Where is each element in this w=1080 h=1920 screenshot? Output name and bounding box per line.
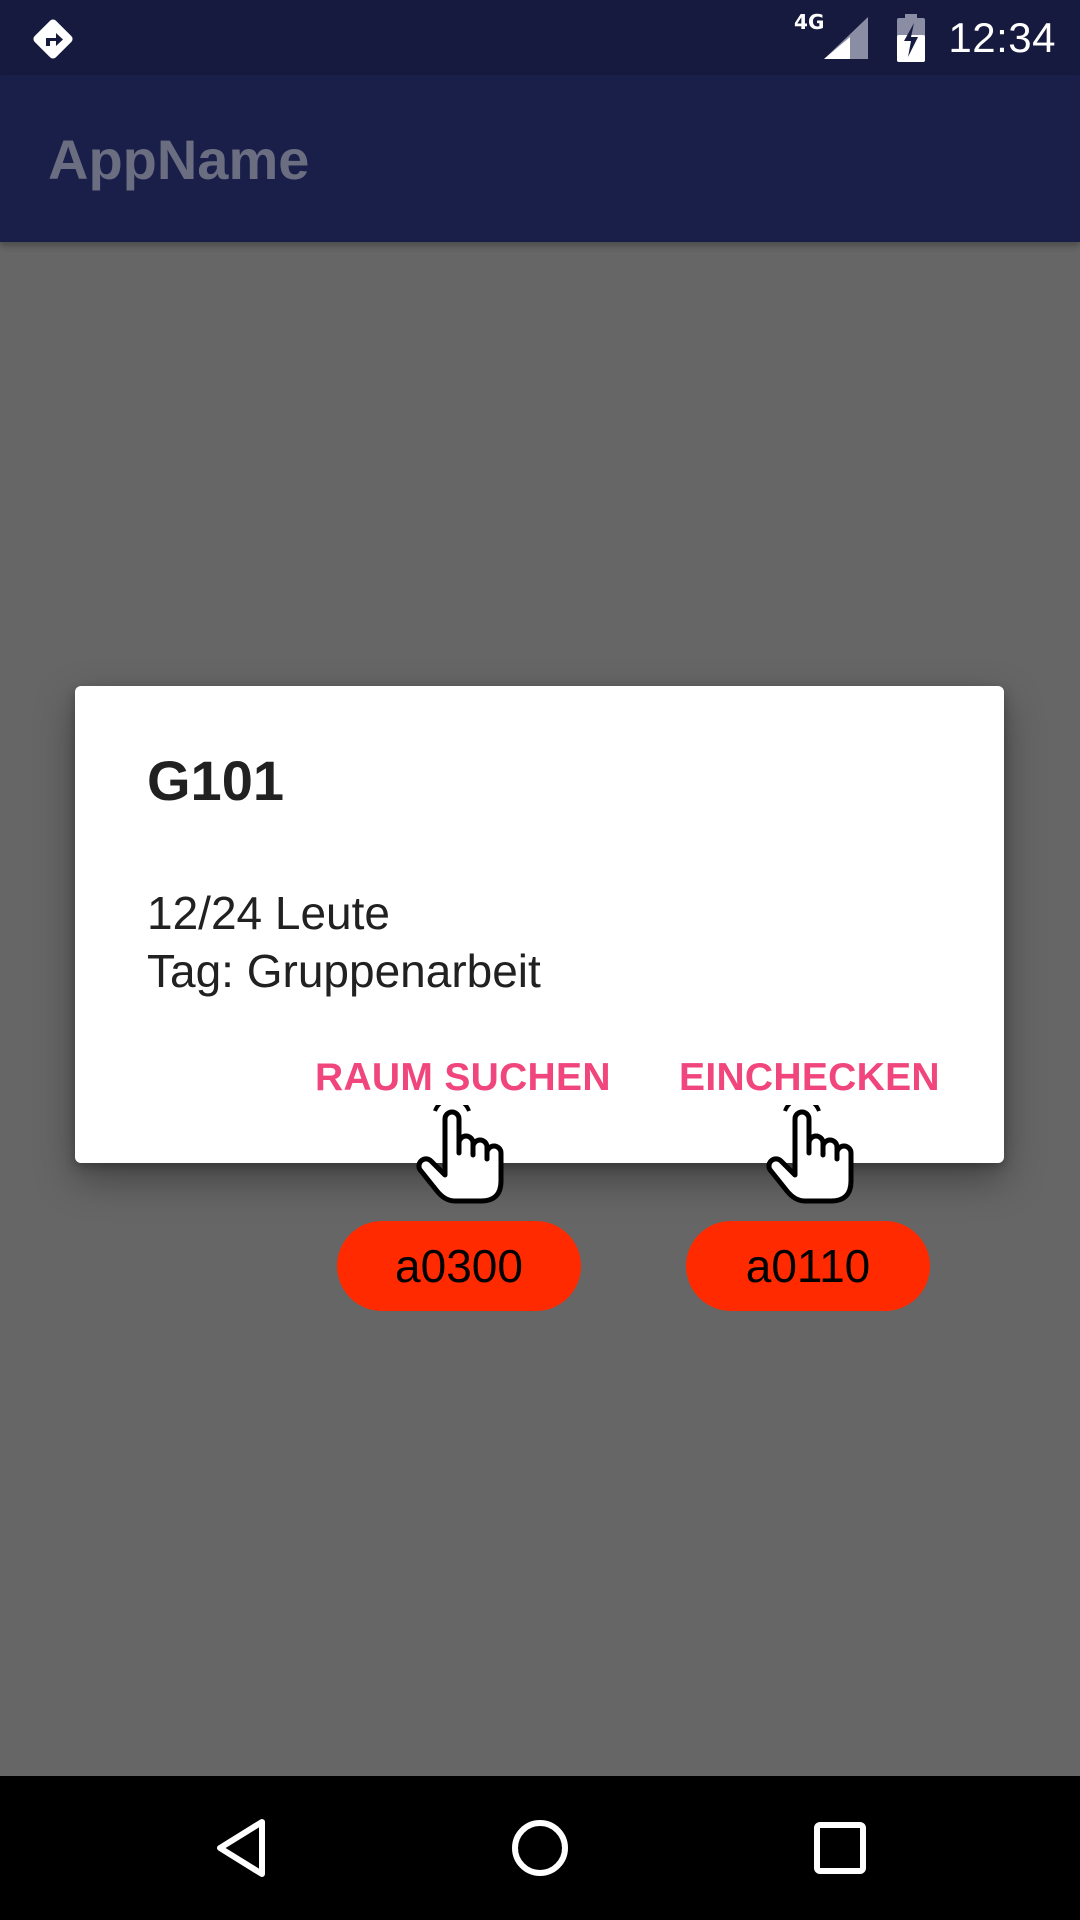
search-room-button[interactable]: RAUM SUCHEN: [315, 1056, 611, 1100]
navigation-direction-icon: [33, 19, 73, 59]
system-nav-bar: [0, 1776, 1080, 1920]
check-in-button[interactable]: EINCHECKEN: [679, 1056, 940, 1100]
app-title: AppName: [48, 128, 310, 191]
dialog-title: G101: [147, 749, 284, 812]
tag-text: Tag: Gruppenarbeit: [147, 945, 541, 997]
home-circle-icon[interactable]: [498, 1806, 582, 1890]
back-triangle-icon[interactable]: [200, 1806, 284, 1890]
annotation-badge: a0110: [686, 1221, 930, 1311]
pointing-hand-icon: [416, 1105, 504, 1204]
dialog-message: 12/24 Leute Tag: Gruppenarbeit: [147, 884, 541, 1000]
status-bar: 4G 12:34: [0, 0, 1080, 75]
pointing-hand-icon: [766, 1105, 854, 1204]
network-type-label: 4G: [794, 9, 825, 34]
annotation-badge: a0300: [337, 1221, 581, 1311]
clock: 12:34: [948, 13, 1056, 61]
screen: 4G 12:34 AppName G101 12/24 Leute Tag: G…: [0, 0, 1080, 1920]
app-bar: AppName: [0, 75, 1080, 242]
cell-signal-icon: [824, 16, 869, 59]
occupancy-text: 12/24 Leute: [147, 887, 391, 939]
status-icons: 4G 12:34: [794, 0, 1056, 75]
battery-charging-icon: [897, 13, 926, 62]
recents-square-icon[interactable]: [798, 1806, 882, 1890]
room-dialog: G101 12/24 Leute Tag: Gruppenarbeit RAUM…: [75, 686, 1004, 1163]
